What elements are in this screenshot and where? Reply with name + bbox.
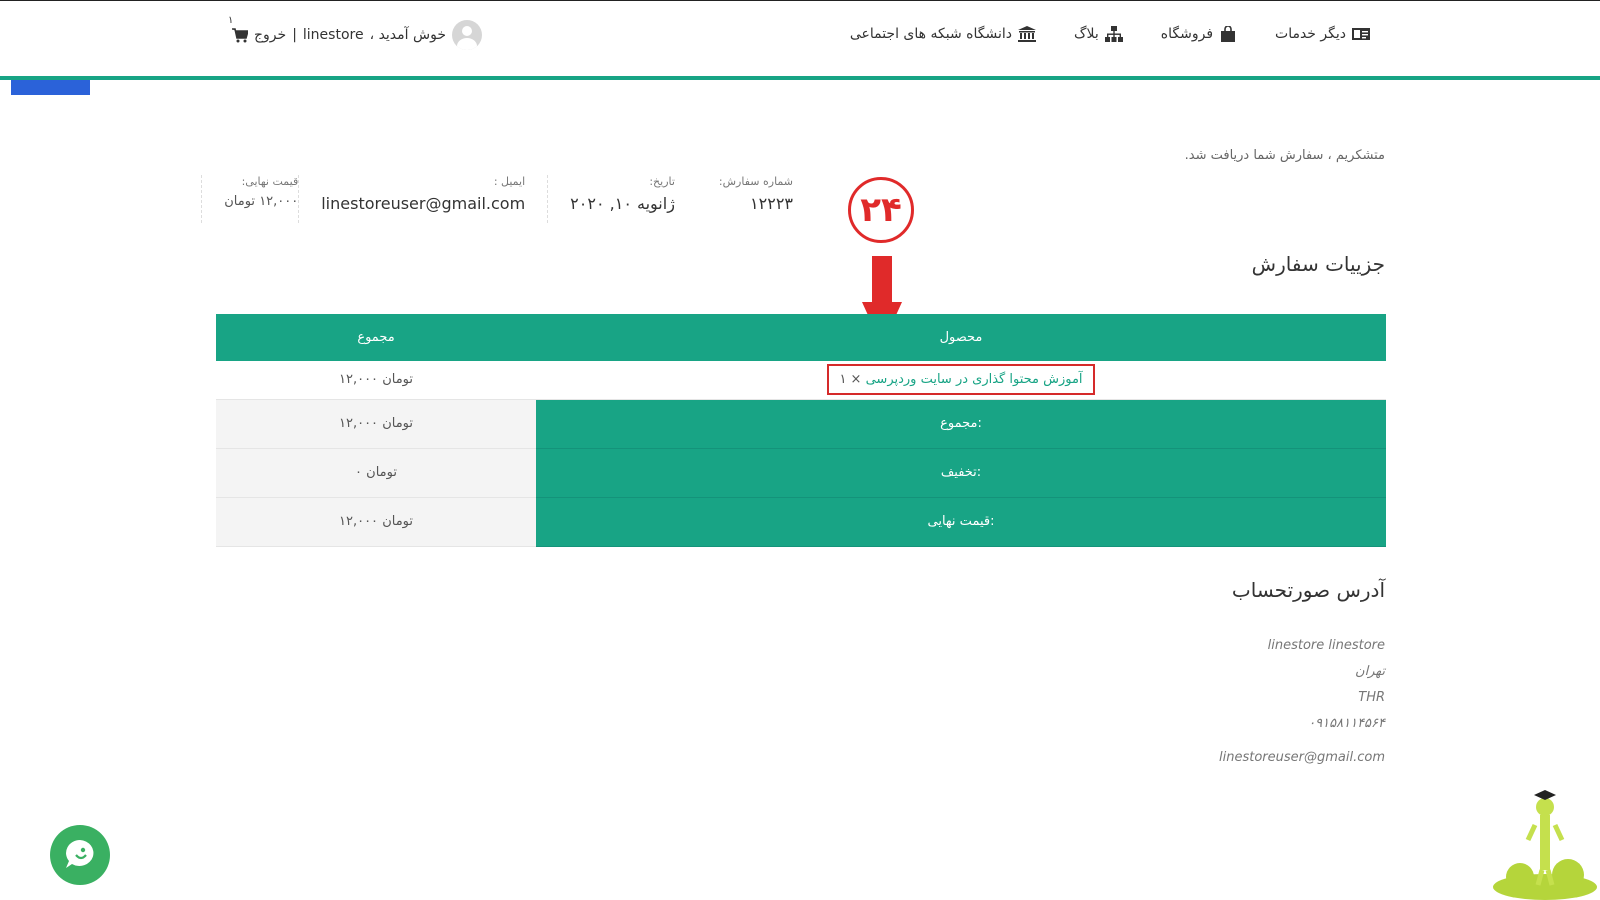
overview-total-value: ۱۲,۰۰۰ تومان (224, 194, 299, 209)
discount-value: ۰ تومان (216, 448, 536, 498)
order-details-title: جزییات سفارش (1251, 252, 1385, 276)
sitemap-icon (1104, 26, 1123, 42)
overview-order-number-label: شماره سفارش: (718, 175, 793, 188)
user-area: ۱ خروج | linestore خوش آمدید ، (228, 15, 482, 51)
final-total-value: ۱۲,۰۰۰ تومان (216, 497, 536, 547)
user-separator: | (292, 27, 297, 43)
billing-address-title: آدرس صورتحساب (1231, 578, 1385, 602)
discount-label: تخفیف: (536, 448, 1386, 498)
nav-item-label: بلاگ (1073, 26, 1099, 42)
product-cell: آموزش محتوا گذاری در سایت وردپرسی × ۱ (536, 361, 1386, 400)
avatar[interactable] (451, 20, 482, 50)
welcome-text: خوش آمدید ، (369, 27, 446, 43)
mascot-graduate-icon (1493, 790, 1597, 900)
nav-item-label: دیگر خدمات (1275, 26, 1346, 42)
subtotal-value: ۱۲,۰۰۰ تومان (216, 399, 536, 449)
overview-email-value: linestoreuser@gmail.com (321, 194, 526, 213)
table-row: ۰ تومان تخفیف: (216, 448, 1386, 498)
overview-total-label: قیمت نهایی: (241, 175, 299, 188)
billing-address: linestore linestore تهران THR ۰۹۱۵۸۱۱۴۵۶… (1219, 638, 1385, 776)
site-header: دانشگاه شبکه های اجتماعی بلاگ فروشگاه دی… (0, 0, 1600, 80)
overview-email-label: ایمیل : (493, 175, 526, 188)
overview-date: تاریخ: ژانویه ۱۰, ۲۰۲۰ (547, 175, 697, 223)
cart-icon[interactable]: ۱ (228, 15, 250, 43)
nav-item-services[interactable]: دیگر خدمات (1275, 26, 1370, 42)
nav-item-university[interactable]: دانشگاه شبکه های اجتماعی (850, 26, 1036, 42)
header-total: مجموع (216, 314, 536, 361)
billing-state: THR (1358, 690, 1385, 705)
order-details-table: مجموع محصول ۱۲,۰۰۰ تومان آموزش محتوا گذا… (216, 314, 1386, 547)
billing-city: تهران (1355, 664, 1385, 679)
order-received-message: متشکریم ، سفارش شما دریافت شد. (1184, 148, 1385, 163)
final-total-label: قیمت نهایی: (536, 497, 1386, 547)
billing-email: linestoreuser@gmail.com (1219, 750, 1385, 765)
main-nav: دانشگاه شبکه های اجتماعی بلاگ فروشگاه دی… (850, 19, 1370, 49)
nav-item-blog[interactable]: بلاگ (1074, 26, 1123, 42)
cart-count: ۱ (228, 15, 234, 26)
overview-date-value: ژانویه ۱۰, ۲۰۲۰ (570, 194, 675, 213)
table-row: ۱۲,۰۰۰ تومان مجموع: (216, 399, 1386, 449)
table-row: ۱۲,۰۰۰ تومان قیمت نهایی: (216, 497, 1386, 547)
overview-email: ایمیل : linestoreuser@gmail.com (298, 175, 547, 223)
logout-link[interactable]: خروج (254, 27, 286, 43)
overview-total: قیمت نهایی: ۱۲,۰۰۰ تومان (201, 175, 298, 223)
item-price: ۱۲,۰۰۰ تومان (216, 361, 536, 400)
id-card-icon (1352, 28, 1370, 40)
overview-order-number-value: ۱۲۲۲۳ (750, 194, 793, 213)
header-product: محصول (536, 314, 1386, 361)
subtotal-label: مجموع: (536, 399, 1386, 449)
table-header-row: مجموع محصول (216, 314, 1386, 361)
chat-button[interactable] (50, 825, 110, 885)
product-quantity: × ۱ (839, 372, 862, 388)
shopping-bag-icon (1221, 26, 1236, 42)
billing-phone: ۰۹۱۵۸۱۱۴۵۶۴ (1308, 716, 1385, 731)
product-link[interactable]: آموزش محتوا گذاری در سایت وردپرسی (866, 372, 1083, 387)
username[interactable]: linestore (303, 27, 364, 43)
chat-bubble-icon (66, 840, 94, 868)
highlighted-product: آموزش محتوا گذاری در سایت وردپرسی × ۱ (827, 364, 1095, 396)
nav-item-label: فروشگاه (1160, 26, 1214, 42)
annotation-arrow-icon (872, 256, 892, 304)
billing-name: linestore linestore (1267, 638, 1385, 653)
overview-order-number: شماره سفارش: ۱۲۲۲۳ (697, 175, 815, 223)
overview-date-label: تاریخ: (649, 175, 675, 188)
order-overview: قیمت نهایی: ۱۲,۰۰۰ تومان ایمیل : linesto… (201, 175, 815, 223)
nav-item-label: دانشگاه شبکه های اجتماعی (849, 26, 1012, 42)
institution-icon (1017, 26, 1036, 42)
nav-item-shop[interactable]: فروشگاه (1161, 26, 1237, 42)
step-number-badge: ۲۴ (848, 177, 914, 243)
table-row: ۱۲,۰۰۰ تومان آموزش محتوا گذاری در سایت و… (216, 361, 1386, 400)
